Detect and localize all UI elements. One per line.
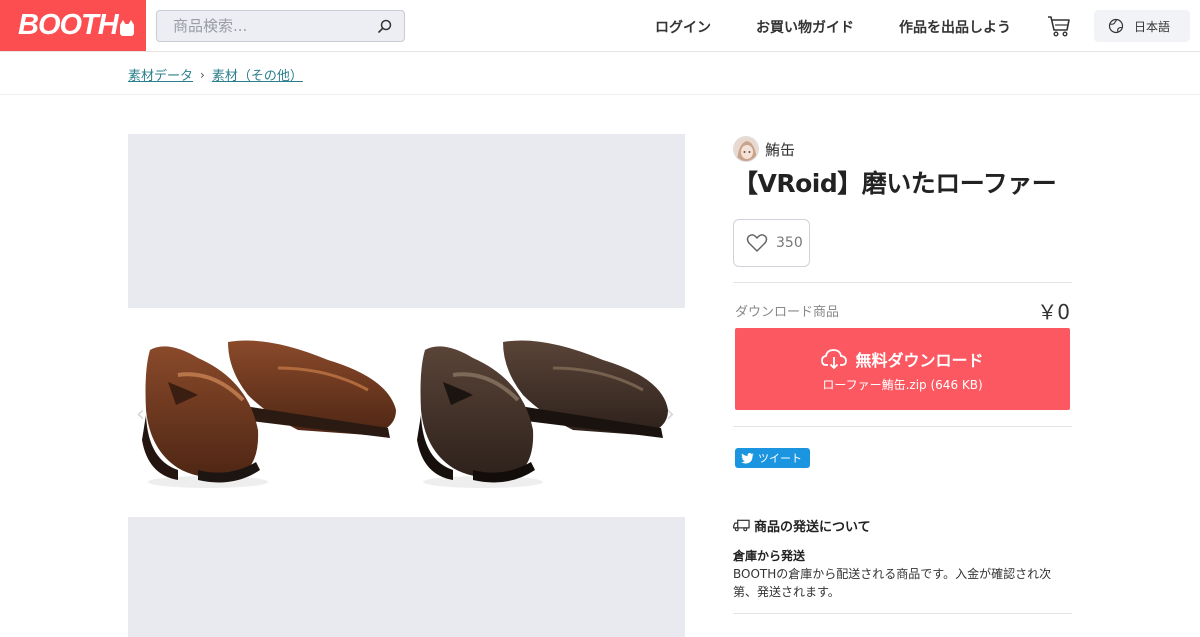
download-label: 無料ダウンロード [855,351,984,370]
globe-icon [1108,18,1124,34]
product-title: 【VRoid】磨いたローファー [733,169,1057,198]
chevron-right-icon: › [200,67,205,82]
breadcrumb: 素材データ › 素材（その他） [128,65,303,85]
sell-link[interactable]: 作品を出品しよう [899,17,1011,37]
shipping-description: BOOTHの倉庫から配送される商品です。入金が確認され次第、発送されます。 [733,567,1052,599]
language-label: 日本語 [1134,19,1171,34]
breadcrumb-item-material-other[interactable]: 素材（その他） [212,65,303,84]
divider [733,613,1072,614]
like-count: 350 [776,235,803,251]
divider [733,426,1072,427]
booth-logo[interactable]: BOOTH [0,0,146,51]
logo-text: BOOTH [18,9,119,41]
twitter-bird-icon [741,452,754,464]
shopping-guide-link[interactable]: お買い物ガイド [756,17,854,37]
prev-image-arrow-icon[interactable]: ‹ [136,402,145,427]
avatar-image [734,137,758,161]
header: BOOTH ログイン お買い物ガイド 作品を出品しよう 日本語 [0,0,1200,52]
shop-name: 鮪缶 [765,140,796,159]
heart-icon [746,234,768,252]
divider [733,282,1072,283]
product-image[interactable] [128,320,685,500]
image-placeholder [128,517,685,637]
shipping-heading: 商品の発送について [733,516,871,535]
like-button[interactable]: 350 [733,219,810,267]
search-box [156,10,405,42]
truck-icon [733,519,750,532]
cart-icon[interactable] [1047,14,1071,38]
shipping-heading-text: 商品の発送について [754,520,871,535]
search-input[interactable] [157,11,372,41]
image-placeholder [128,134,685,308]
price: ￥0 [1037,300,1070,324]
search-icon[interactable] [378,19,392,33]
tweet-button[interactable]: ツイート [735,448,810,468]
cloud-download-icon [821,349,848,369]
language-selector[interactable]: 日本語 [1094,10,1190,42]
free-download-button[interactable]: 無料ダウンロード ローファー鮪缶.zip (646 KB) [735,328,1070,410]
logo-mascot-icon [119,19,134,36]
login-link[interactable]: ログイン [655,17,711,37]
breadcrumb-item-material-data[interactable]: 素材データ [128,65,193,84]
product-type-label: ダウンロード商品 [735,305,840,320]
download-button-main: 無料ダウンロード [735,347,1070,371]
shop-avatar [733,136,759,162]
shipping-method: 倉庫から発送 [733,549,806,563]
download-file-info: ローファー鮪缶.zip (646 KB) [822,378,983,392]
divider [0,94,1200,95]
next-image-arrow-icon[interactable]: › [666,402,675,427]
shop-link[interactable]: 鮪缶 [733,136,795,162]
loafers-image [142,340,668,488]
tweet-label: ツイート [758,452,802,465]
